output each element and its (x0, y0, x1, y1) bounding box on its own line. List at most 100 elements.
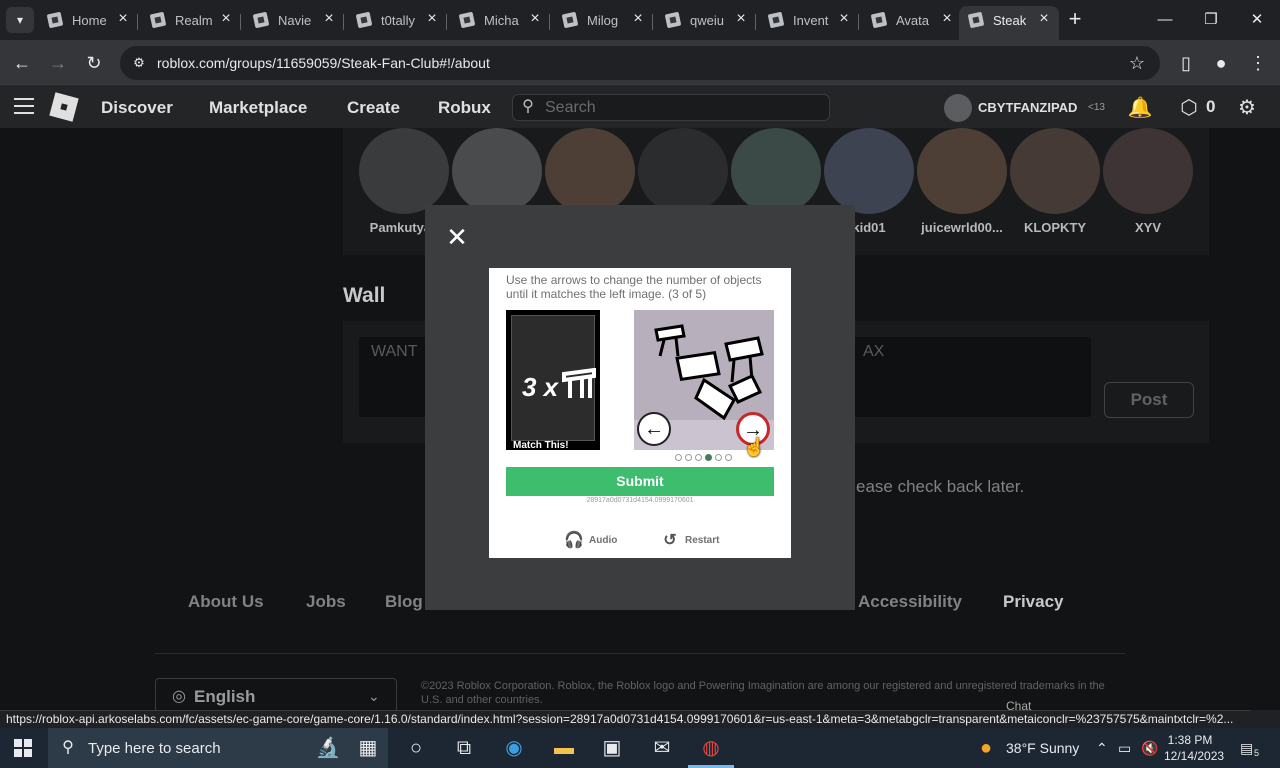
browser-tab-active[interactable]: Steak × (959, 6, 1059, 40)
member-avatar[interactable] (1103, 128, 1193, 214)
nav-discover[interactable]: Discover (101, 98, 173, 118)
tab-close-icon[interactable]: × (423, 10, 441, 28)
mail-icon[interactable]: ✉ (648, 734, 676, 762)
footer-link-jobs[interactable]: Jobs (306, 592, 346, 612)
search-input[interactable] (545, 98, 815, 118)
notification-center-icon[interactable]: ▤ (1240, 740, 1253, 757)
footer-link-about[interactable]: About Us (188, 592, 264, 612)
restart-button[interactable]: ↺ Restart (660, 531, 730, 553)
tab-close-icon[interactable]: × (217, 10, 235, 28)
kebab-menu-icon[interactable]: ⋮ (1246, 51, 1270, 75)
search-highlight-icon: ▦ (358, 737, 378, 759)
member-avatar[interactable] (1010, 128, 1100, 214)
nav-create[interactable]: Create (347, 98, 400, 118)
roblox-logo-icon[interactable] (49, 92, 79, 122)
profile-icon[interactable]: ● (1209, 51, 1233, 75)
tab-close-icon[interactable]: × (938, 10, 956, 28)
bookmark-star-icon[interactable]: ☆ (1126, 52, 1148, 74)
progress-dot (675, 454, 682, 461)
settings-gear-icon[interactable]: ⚙ (1234, 95, 1260, 121)
chrome-icon[interactable]: ◍ (697, 734, 725, 762)
file-explorer-icon[interactable]: ▬ (550, 734, 578, 762)
weather-text[interactable]: 38°F Sunny (1006, 740, 1079, 756)
progress-dot (695, 454, 702, 461)
browser-tab[interactable]: qweiu × (656, 6, 756, 36)
browser-tab[interactable]: Realm × (141, 6, 241, 36)
tab-close-icon[interactable]: × (732, 10, 750, 28)
footer-link-blog[interactable]: Blog (385, 592, 423, 612)
tab-close-icon[interactable]: × (835, 10, 853, 28)
taskbar-search-placeholder: Type here to search (88, 740, 221, 757)
task-view-icon[interactable]: ⧉ (450, 734, 478, 762)
address-bar[interactable]: ⚙ roblox.com/groups/11659059/Steak-Fan-C… (120, 46, 1160, 80)
weather-icon[interactable]: ● (972, 734, 1000, 762)
roblox-favicon-icon (870, 11, 888, 29)
language-select[interactable]: ◎ English ⌄ (155, 678, 397, 710)
windows-start-icon[interactable] (14, 739, 32, 757)
progress-dot (715, 454, 722, 461)
url-text[interactable]: roblox.com/groups/11659059/Steak-Fan-Clu… (157, 55, 490, 71)
browser-tab[interactable]: Invent × (759, 6, 859, 36)
robux-icon[interactable]: ⬡ (1176, 95, 1202, 121)
volume-muted-icon[interactable]: 🔇 (1141, 740, 1158, 757)
search-highlight-icon: 🔬 (315, 737, 341, 759)
arrow-left-icon: ← (644, 418, 664, 440)
member-name[interactable]: XYV (1093, 220, 1203, 235)
new-tab-plus-icon[interactable]: + (1064, 8, 1086, 30)
submit-button[interactable]: Submit (506, 467, 774, 496)
chat-label[interactable]: Chat (1006, 699, 1126, 710)
member-avatar[interactable] (452, 128, 542, 214)
cortana-icon[interactable]: ○ (402, 734, 430, 762)
tab-close-icon[interactable]: × (1035, 10, 1053, 28)
member-avatar[interactable] (917, 128, 1007, 214)
previous-arrow-button[interactable]: ← (637, 412, 671, 446)
tab-search-button[interactable]: ▾ (6, 7, 34, 33)
browser-tab[interactable]: Navie × (244, 6, 344, 36)
member-avatar[interactable] (731, 128, 821, 214)
side-panel-icon[interactable]: ▯ (1174, 51, 1198, 75)
browser-tab[interactable]: Milog × (553, 6, 653, 36)
forward-arrow-icon[interactable]: → (46, 51, 70, 75)
browser-tab[interactable]: t0tally × (347, 6, 447, 36)
member-avatar[interactable] (824, 128, 914, 214)
browser-tab[interactable]: Home × (38, 6, 138, 36)
notification-count: 5 (1254, 748, 1260, 758)
tab-close-icon[interactable]: × (114, 10, 132, 28)
modal-close-icon[interactable]: ✕ (442, 222, 472, 252)
restore-icon[interactable]: ❐ (1196, 8, 1226, 32)
nav-robux[interactable]: Robux (438, 98, 491, 118)
store-icon[interactable]: ▣ (598, 734, 626, 762)
browser-tab[interactable]: Micha × (450, 6, 550, 36)
minimize-icon[interactable]: — (1150, 8, 1180, 32)
username[interactable]: CBYTFANZIPAD (978, 100, 1077, 115)
roblox-header: Discover Marketplace Create Robux ⚲ CBYT… (0, 87, 1280, 128)
taskbar-search[interactable]: ⚲ Type here to search 🔬 ▦ (48, 728, 388, 768)
browser-tab[interactable]: Avata × (862, 6, 962, 36)
window-close-icon[interactable]: ✕ (1242, 8, 1272, 32)
tab-close-icon[interactable]: × (320, 10, 338, 28)
show-hidden-icons-icon[interactable]: ⌃ (1096, 740, 1108, 757)
edge-icon[interactable]: ◉ (500, 734, 528, 762)
back-arrow-icon[interactable]: ← (10, 51, 34, 75)
tab-label: Steak (993, 13, 1027, 28)
notification-bell-icon[interactable]: 🔔 (1127, 95, 1153, 121)
member-avatar[interactable] (359, 128, 449, 214)
tab-close-icon[interactable]: × (526, 10, 544, 28)
system-clock[interactable]: 1:38 PM 12/14/2023 (1164, 732, 1224, 764)
reload-icon[interactable]: ↻ (82, 51, 106, 75)
hamburger-menu-icon[interactable] (14, 98, 34, 114)
avatar[interactable] (944, 94, 972, 122)
nav-marketplace[interactable]: Marketplace (209, 98, 307, 118)
audio-button[interactable]: 🎧 Audio (564, 531, 624, 553)
tab-close-icon[interactable]: × (629, 10, 647, 28)
footer-link-privacy[interactable]: Privacy (1003, 592, 1064, 612)
roblox-favicon-icon (967, 11, 985, 29)
post-button[interactable]: Post (1104, 382, 1194, 418)
robux-balance[interactable]: 0 (1206, 97, 1215, 117)
member-avatar[interactable] (638, 128, 728, 214)
member-avatar[interactable] (545, 128, 635, 214)
meet-now-icon[interactable]: ▭ (1118, 740, 1131, 757)
restart-icon: ↺ (663, 532, 677, 549)
footer-link-accessibility[interactable]: Accessibility (858, 592, 962, 612)
site-settings-icon[interactable]: ⚙ (130, 54, 148, 72)
